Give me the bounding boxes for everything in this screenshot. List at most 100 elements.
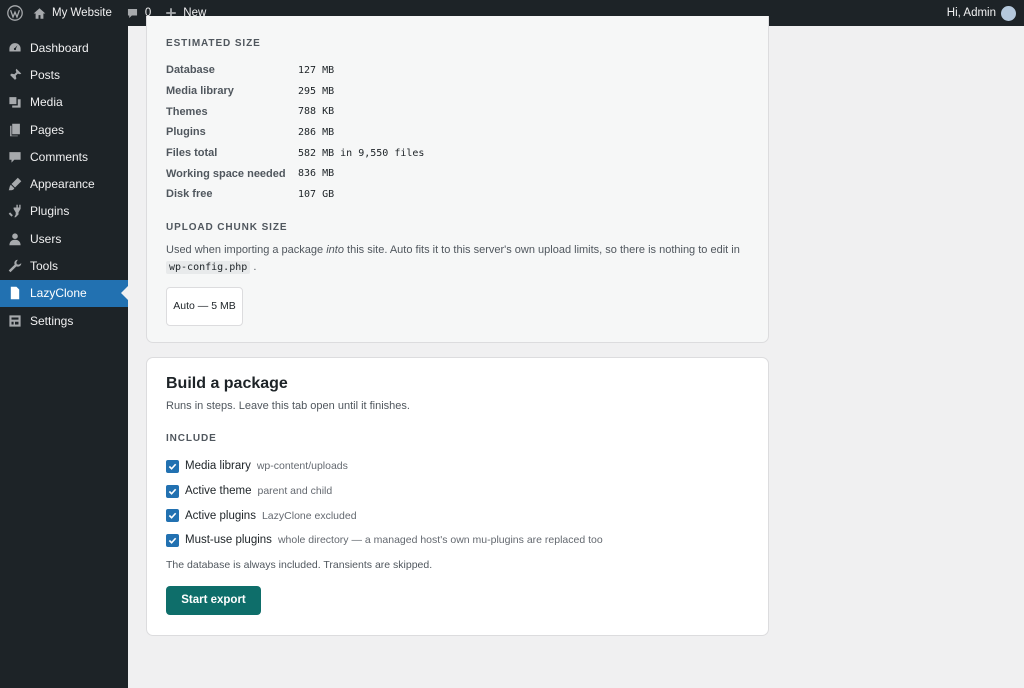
size-key: Working space needed — [166, 167, 286, 180]
account-menu[interactable]: Hi, Admin — [940, 0, 1024, 26]
size-key: Database — [166, 64, 215, 77]
desc-emphasis: into — [326, 243, 344, 256]
sidebar-item-pages[interactable]: Pages — [0, 116, 128, 143]
include-heading: INCLUDE — [166, 433, 217, 444]
option-hint: wp-content/uploads — [256, 460, 348, 473]
desc-text: Used when importing a package — [166, 243, 327, 256]
checkbox-checked[interactable] — [166, 484, 179, 498]
sidebar-item-label: Tools — [30, 259, 59, 274]
sidebar-item-media[interactable]: Media — [0, 89, 128, 116]
sidebar-item-posts[interactable]: Posts — [0, 61, 128, 88]
table-row: Files total 582 MB in 9,550 files — [166, 143, 566, 164]
table-row: Disk free 107 GB — [166, 184, 566, 205]
include-active-plugins[interactable]: Active plugins LazyClone excluded — [166, 503, 749, 528]
size-key: Themes — [166, 105, 208, 118]
sidebar-item-label: Pages — [30, 122, 65, 137]
size-key: Plugins — [166, 126, 206, 139]
greeting: Hi, Admin — [946, 7, 996, 19]
settings-card: ESTIMATED SIZE Database 127 MB Media libr… — [146, 16, 769, 343]
sidebar-item-label: Comments — [30, 149, 89, 164]
admin-sidebar: Dashboard Posts Media Pages Comments App… — [0, 26, 128, 688]
wordpress-logo-button[interactable] — [0, 0, 30, 26]
size-value: 107 GB — [298, 188, 335, 200]
upload-chunk-heading: UPLOAD CHUNK SIZE — [166, 221, 288, 233]
sidebar-item-label: LazyClone — [30, 286, 87, 301]
option-hint: LazyClone excluded — [261, 509, 357, 522]
desc-text: . — [250, 260, 257, 273]
comment-icon — [127, 8, 137, 18]
pages-icon — [7, 122, 22, 137]
checkbox-checked[interactable] — [166, 459, 179, 473]
pin-icon — [7, 67, 22, 82]
table-row: Media library 295 MB — [166, 81, 566, 102]
table-row: Database 127 MB — [166, 60, 566, 81]
size-value: 127 MB — [298, 64, 335, 76]
plug-icon — [7, 204, 22, 219]
checkbox-checked[interactable] — [166, 509, 179, 523]
config-file-code: wp-config.php — [166, 260, 251, 274]
sidebar-item-label: Users — [30, 231, 62, 246]
include-must-use-plugins[interactable]: Must-use plugins whole directory — a man… — [166, 528, 749, 553]
include-options: Media library wp-content/uploads Active … — [166, 454, 749, 553]
option-label: Active theme — [185, 485, 252, 498]
site-name: My Website — [52, 7, 112, 19]
size-value: 295 MB — [298, 85, 335, 97]
settings-icon — [7, 313, 22, 328]
upload-chunk-description: Used when importing a package into this … — [166, 242, 741, 276]
option-hint: whole directory — a managed host's own m… — [277, 534, 603, 547]
sidebar-item-label: Plugins — [30, 204, 70, 219]
sidebar-item-dashboard[interactable]: Dashboard — [0, 34, 128, 61]
checkbox-checked[interactable] — [166, 533, 179, 547]
table-row: Working space needed 836 MB — [166, 163, 566, 184]
sidebar-item-tools[interactable]: Tools — [0, 252, 128, 279]
user-icon — [7, 231, 22, 246]
option-hint: parent and child — [257, 485, 333, 498]
admin-menu: Dashboard Posts Media Pages Comments App… — [0, 26, 128, 334]
sidebar-item-settings[interactable]: Settings — [0, 307, 128, 334]
home-icon — [33, 7, 46, 19]
sidebar-item-lazyclone[interactable]: LazyClone — [0, 279, 128, 307]
size-value: 582 MB in 9,550 files — [298, 147, 425, 159]
sidebar-item-label: Media — [30, 95, 63, 110]
sidebar-item-label: Appearance — [30, 177, 95, 192]
file-icon — [7, 286, 22, 301]
build-title: Build a package — [166, 375, 288, 392]
sidebar-item-appearance[interactable]: Appearance — [0, 170, 128, 197]
build-note: The database is always included. Transie… — [166, 558, 433, 571]
build-package-card: Build a package Runs in steps. Leave thi… — [146, 357, 769, 636]
wordpress-logo-icon — [7, 5, 23, 21]
include-media-library[interactable]: Media library wp-content/uploads — [166, 454, 749, 479]
brush-icon — [7, 177, 22, 192]
size-key: Files total — [166, 147, 218, 160]
estimated-size-table: Database 127 MB Media library 295 MB Theme… — [166, 60, 566, 205]
start-export-button[interactable]: Start export — [166, 585, 261, 615]
sidebar-item-label: Posts — [30, 67, 61, 82]
sidebar-item-label: Dashboard — [30, 40, 89, 55]
size-key: Media library — [166, 85, 234, 98]
wrench-icon — [7, 259, 22, 274]
site-name-link[interactable]: My Website — [30, 0, 119, 26]
media-icon — [7, 95, 22, 110]
sidebar-item-comments[interactable]: Comments — [0, 143, 128, 170]
comment-icon — [7, 149, 22, 164]
build-subtitle: Runs in steps. Leave this tab open until… — [166, 400, 410, 412]
include-active-theme[interactable]: Active theme parent and child — [166, 479, 749, 504]
desc-text: this site. Auto fits it to this server's… — [343, 243, 740, 256]
size-value: 788 KB — [298, 106, 335, 118]
dashboard-icon — [7, 40, 22, 55]
size-value: 836 MB — [298, 168, 335, 180]
upload-chunk-value: Auto — 5 MB — [166, 286, 243, 326]
size-key: Disk free — [166, 188, 213, 201]
size-value: 286 MB — [298, 126, 335, 138]
main-content: ESTIMATED SIZE Database 127 MB Media libr… — [128, 16, 1024, 688]
option-label: Media library — [185, 460, 251, 473]
sidebar-item-label: Settings — [30, 313, 74, 328]
option-label: Must-use plugins — [185, 534, 272, 547]
sidebar-item-users[interactable]: Users — [0, 225, 128, 252]
table-row: Themes 788 KB — [166, 101, 566, 122]
estimated-size-heading: ESTIMATED SIZE — [166, 38, 261, 49]
table-row: Plugins 286 MB — [166, 122, 566, 143]
sidebar-item-plugins[interactable]: Plugins — [0, 198, 128, 225]
option-label: Active plugins — [185, 509, 256, 522]
avatar — [1001, 5, 1016, 21]
